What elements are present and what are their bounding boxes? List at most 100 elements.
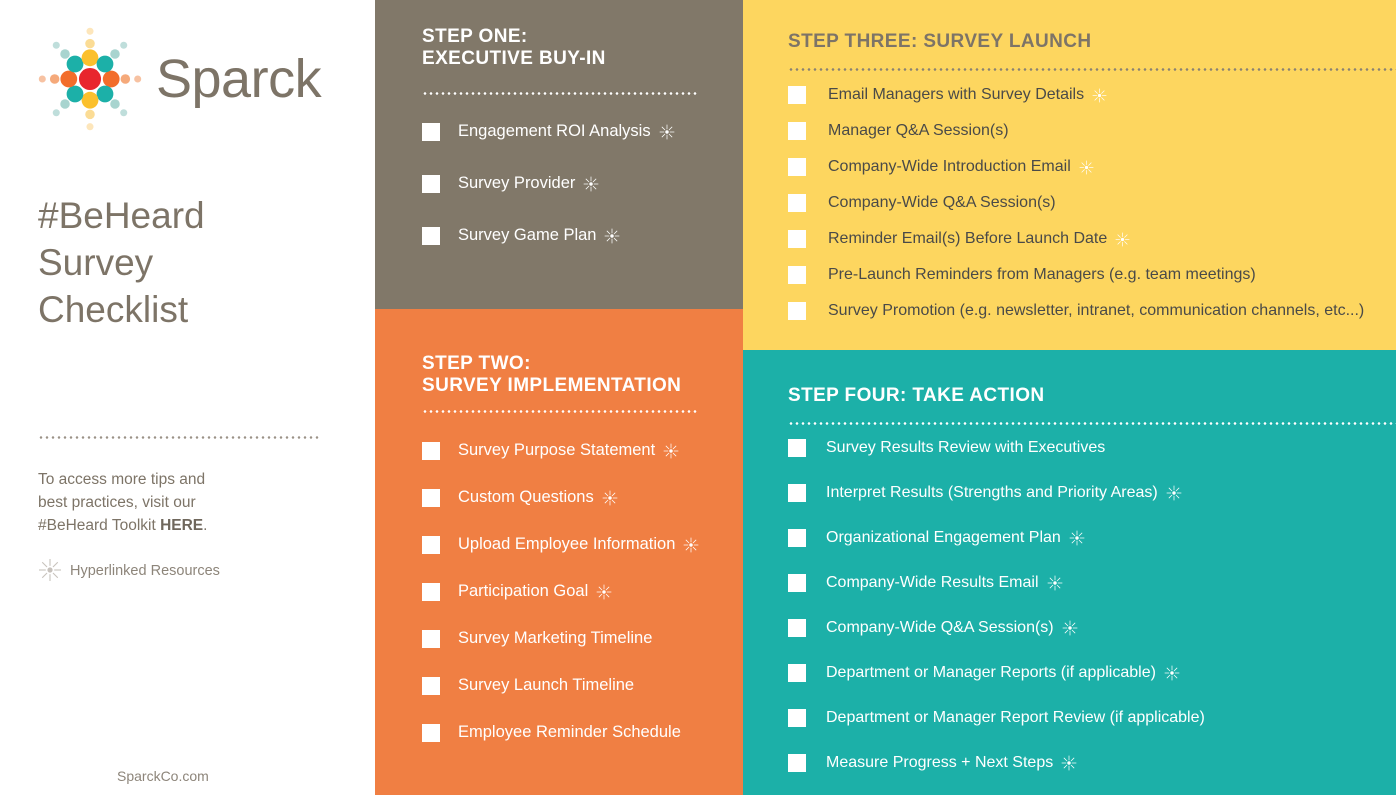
checklist-item[interactable]: Organizational Engagement Plan (788, 529, 1085, 547)
panel-step-two: STEP TWO: SURVEY IMPLEMENTATION Survey P… (375, 309, 743, 795)
checklist-item[interactable]: Email Managers with Survey Details (788, 86, 1107, 104)
sparkle-icon[interactable] (1079, 160, 1094, 175)
toolkit-here-link[interactable]: HERE (160, 517, 203, 534)
sparkle-icon[interactable] (1069, 530, 1085, 546)
step-one-title-line-1: STEP ONE: (422, 26, 528, 47)
checklist-item-label: Participation Goal (458, 582, 589, 600)
sparkle-icon[interactable] (1166, 485, 1182, 501)
checkbox[interactable] (788, 86, 806, 104)
checkbox[interactable] (788, 754, 806, 772)
checklist-item[interactable]: Custom Questions (422, 488, 618, 507)
checklist-item-label: Interpret Results (Strengths and Priorit… (826, 484, 1158, 501)
checkbox[interactable] (422, 676, 440, 695)
checklist-item[interactable]: Survey Marketing Timeline (422, 629, 652, 648)
sparkle-icon[interactable] (596, 584, 612, 600)
checklist-item-label: Survey Launch Timeline (458, 676, 635, 694)
checkbox[interactable] (422, 122, 440, 141)
checklist-item-label: Custom Questions (458, 488, 594, 506)
checklist-item[interactable]: Manager Q&A Session(s) (788, 122, 1009, 140)
step-four-title: STEP FOUR: TAKE ACTION (788, 385, 1045, 407)
sparkle-icon[interactable] (1047, 575, 1063, 591)
sparkle-icon[interactable] (1061, 755, 1077, 771)
panel-step-three: STEP THREE: SURVEY LAUNCH Email Managers… (743, 0, 1396, 350)
step-one-rule (422, 92, 697, 95)
sparkle-icon[interactable] (583, 176, 599, 192)
checkbox[interactable] (422, 535, 440, 554)
checklist-item[interactable]: Participation Goal (422, 582, 612, 601)
checklist-item[interactable]: Company-Wide Introduction Email (788, 158, 1094, 176)
checklist-item-label: Survey Results Review with Executives (826, 439, 1106, 456)
checklist-item-label: Survey Game Plan (458, 226, 597, 244)
sparkle-icon[interactable] (1164, 665, 1180, 681)
checkbox[interactable] (788, 709, 806, 727)
step-four-title-line-1: STEP FOUR: TAKE ACTION (788, 385, 1045, 406)
blurb-line-2: best practices, visit our (38, 494, 196, 511)
checkbox[interactable] (422, 582, 440, 601)
checklist-item[interactable]: Company-Wide Results Email (788, 574, 1063, 592)
checklist-item[interactable]: Measure Progress + Next Steps (788, 754, 1077, 772)
checkbox[interactable] (788, 619, 806, 637)
checkbox[interactable] (422, 488, 440, 507)
checklist-item-label: Survey Provider (458, 174, 576, 192)
sparkle-icon[interactable] (1062, 620, 1078, 636)
checklist-item-label: Company-Wide Q&A Session(s) (826, 619, 1054, 636)
checklist-item-label: Company-Wide Q&A Session(s) (828, 194, 1056, 211)
step-three-title-line-1: STEP THREE: SURVEY LAUNCH (788, 31, 1092, 52)
checklist-item[interactable]: Department or Manager Reports (if applic… (788, 664, 1180, 682)
checklist-item[interactable]: Survey Game Plan (422, 226, 620, 245)
sparkle-icon[interactable] (683, 537, 699, 553)
checkbox[interactable] (422, 629, 440, 648)
blurb-line-3-prefix: #BeHeard Toolkit (38, 517, 161, 534)
checkbox[interactable] (788, 529, 806, 547)
legend-hyperlinked-resources: Hyperlinked Resources (38, 558, 220, 584)
checklist-item-label: Engagement ROI Analysis (458, 122, 651, 140)
toolkit-blurb: To access more tips and best practices, … (38, 468, 308, 537)
page-title: #BeHeard Survey Checklist (38, 192, 358, 333)
checkbox[interactable] (422, 723, 440, 742)
brand-wordmark: Sparck (156, 49, 322, 109)
checkbox[interactable] (788, 439, 806, 457)
checklist-item[interactable]: Survey Promotion (e.g. newsletter, intra… (788, 302, 1364, 320)
checklist-item[interactable]: Survey Provider (422, 174, 599, 193)
checklist-item[interactable]: Employee Reminder Schedule (422, 723, 681, 742)
checklist-item[interactable]: Survey Launch Timeline (422, 676, 634, 695)
checklist-item[interactable]: Company-Wide Q&A Session(s) (788, 619, 1078, 637)
sparkle-icon[interactable] (1092, 88, 1107, 103)
checklist-item[interactable]: Upload Employee Information (422, 535, 699, 554)
checkbox[interactable] (788, 574, 806, 592)
sparkle-icon[interactable] (663, 443, 679, 459)
footer-website[interactable]: SparckCo.com (117, 768, 209, 784)
step-three-rule (788, 68, 1396, 71)
step-two-rule (422, 410, 697, 413)
checklist-item[interactable]: Engagement ROI Analysis (422, 122, 675, 141)
checklist-item[interactable]: Interpret Results (Strengths and Priorit… (788, 484, 1182, 502)
checkbox[interactable] (788, 122, 806, 140)
checkbox[interactable] (788, 302, 806, 320)
checklist-item[interactable]: Survey Purpose Statement (422, 441, 679, 460)
checkbox[interactable] (422, 226, 440, 245)
sparkle-icon[interactable] (602, 490, 618, 506)
checkbox[interactable] (422, 174, 440, 193)
checkbox[interactable] (788, 664, 806, 682)
sparkle-icon[interactable] (1115, 232, 1130, 247)
checkbox[interactable] (788, 266, 806, 284)
step-two-title-line-2: SURVEY IMPLEMENTATION (422, 375, 682, 396)
checklist-item-label: Organizational Engagement Plan (826, 529, 1061, 546)
checkbox[interactable] (422, 441, 440, 460)
checklist-item-label: Survey Promotion (e.g. newsletter, intra… (828, 302, 1365, 319)
checkbox[interactable] (788, 484, 806, 502)
sparkle-icon[interactable] (659, 124, 675, 140)
checklist-item[interactable]: Department or Manager Report Review (if … (788, 709, 1205, 727)
checkbox[interactable] (788, 158, 806, 176)
step-three-title: STEP THREE: SURVEY LAUNCH (788, 31, 1092, 53)
checkbox[interactable] (788, 194, 806, 212)
step-two-title-line-1: STEP TWO: (422, 353, 531, 374)
checklist-item-label: Company-Wide Results Email (826, 574, 1039, 591)
checkbox[interactable] (788, 230, 806, 248)
sparkle-icon[interactable] (604, 228, 620, 244)
checklist-item[interactable]: Pre-Launch Reminders from Managers (e.g.… (788, 266, 1256, 284)
page-title-line: #BeHeard (38, 195, 205, 236)
checklist-item[interactable]: Survey Results Review with Executives (788, 439, 1105, 457)
checklist-item[interactable]: Reminder Email(s) Before Launch Date (788, 230, 1130, 248)
checklist-item[interactable]: Company-Wide Q&A Session(s) (788, 194, 1056, 212)
